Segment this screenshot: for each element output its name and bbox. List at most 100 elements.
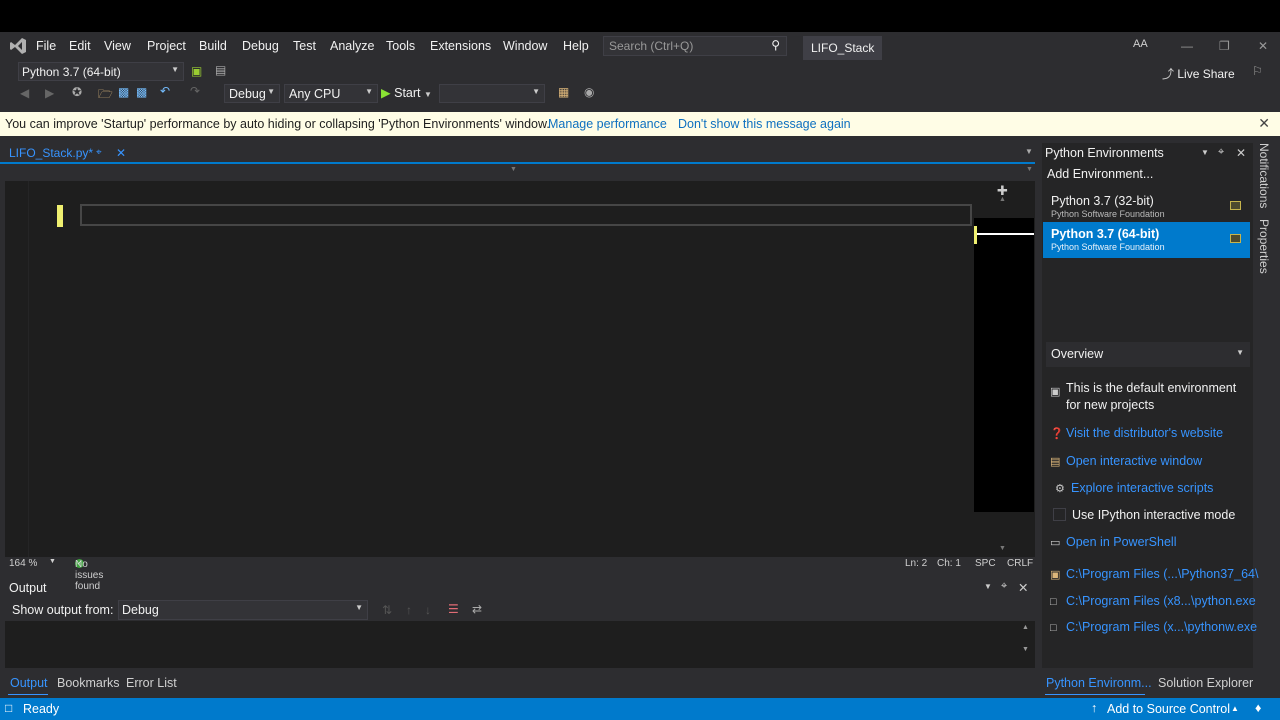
- back-icon[interactable]: ◀: [20, 86, 29, 100]
- menu-help[interactable]: Help: [563, 39, 589, 55]
- close-icon[interactable]: ✕: [1236, 146, 1246, 160]
- properties-side-tab[interactable]: Properties: [1257, 219, 1271, 274]
- scroll-up-icon[interactable]: ▲: [1022, 624, 1029, 631]
- open-powershell-link[interactable]: Open in PowerShell: [1066, 535, 1176, 549]
- menu-build[interactable]: Build: [199, 39, 227, 55]
- camera-icon[interactable]: ◉: [584, 85, 594, 99]
- explore-scripts-row[interactable]: ⚙ Explore interactive scripts: [1055, 481, 1213, 495]
- menu-test[interactable]: Test: [293, 39, 316, 55]
- pin-icon[interactable]: ⌖: [1218, 146, 1224, 159]
- save-icon[interactable]: ▩: [118, 85, 129, 99]
- tab-python-environments[interactable]: Python Environm...: [1046, 676, 1152, 690]
- clear-all-icon[interactable]: ☰: [448, 602, 459, 616]
- platform-dropdown[interactable]: Any CPU ▼: [284, 84, 378, 103]
- configuration-dropdown[interactable]: Debug ▼: [224, 84, 280, 103]
- menu-analyze[interactable]: Analyze: [330, 39, 374, 55]
- close-icon[interactable]: ✕: [1258, 115, 1270, 132]
- close-tab-icon[interactable]: ✕: [116, 146, 126, 160]
- chevron-down-icon[interactable]: ▼: [1026, 166, 1033, 173]
- chevron-up-icon[interactable]: ▲: [1231, 704, 1239, 713]
- start-button[interactable]: ▶ Start ▼: [381, 85, 432, 100]
- tab-lifo-stack[interactable]: LIFO_Stack.py*: [5, 143, 130, 163]
- pin-icon[interactable]: ⌖: [96, 147, 102, 158]
- open-interactive-window-link[interactable]: Open interactive window: [1066, 454, 1202, 468]
- path-row-pythonw[interactable]: □ C:\Program Files (x...\pythonw.exe: [1050, 620, 1257, 634]
- chevron-down-icon[interactable]: ▼: [510, 166, 517, 173]
- feedback-icon[interactable]: ⚐: [1252, 64, 1263, 78]
- interactive-window-row[interactable]: ▤ Open interactive window: [1050, 454, 1202, 468]
- output-source-dropdown[interactable]: Debug ▼: [118, 600, 368, 620]
- notification-bell-icon[interactable]: ♦: [1255, 701, 1261, 715]
- python-env-dropdown[interactable]: Python 3.7 (64-bit) ▼: [18, 62, 184, 81]
- path-row-folder[interactable]: ▣ C:\Program Files (...\Python37_64\: [1050, 567, 1258, 581]
- path-row-python[interactable]: □ C:\Program Files (x8...\python.exe: [1050, 594, 1256, 608]
- tab-error-list[interactable]: Error List: [126, 676, 177, 690]
- env-item-python37-32[interactable]: Python 3.7 (32-bit) Python Software Foun…: [1043, 189, 1250, 225]
- overview-dropdown[interactable]: Overview ▼: [1046, 342, 1250, 367]
- distributor-website-link[interactable]: Visit the distributor's website: [1066, 426, 1223, 440]
- python-exe-link[interactable]: C:\Program Files (x8...\python.exe: [1066, 594, 1256, 608]
- next-message-icon[interactable]: ↓: [425, 603, 431, 617]
- find-message-icon[interactable]: ⇅: [382, 603, 392, 617]
- add-source-control[interactable]: Add to Source Control: [1107, 702, 1230, 716]
- scrollbar-thumb[interactable]: [974, 218, 1034, 512]
- explore-scripts-link[interactable]: Explore interactive scripts: [1071, 481, 1213, 495]
- install-folder-link[interactable]: C:\Program Files (...\Python37_64\: [1066, 567, 1258, 581]
- scroll-up-icon[interactable]: ▲: [999, 196, 1006, 203]
- menu-view[interactable]: View: [104, 39, 131, 55]
- zoom-dropdown-icon[interactable]: ▼: [49, 558, 56, 565]
- redo-icon[interactable]: ↷: [190, 84, 200, 98]
- search-input[interactable]: Search (Ctrl+Q) ⚲: [603, 36, 787, 56]
- forward-icon[interactable]: ▶: [45, 86, 54, 100]
- launch-target-dropdown[interactable]: ▼: [439, 84, 545, 103]
- ipython-mode-row[interactable]: Use IPython interactive mode: [1053, 508, 1235, 522]
- menu-debug[interactable]: Debug: [242, 39, 279, 55]
- menu-edit[interactable]: Edit: [69, 39, 91, 55]
- pin-icon[interactable]: ⌖: [1001, 580, 1007, 593]
- manage-performance-link[interactable]: Manage performance: [548, 117, 667, 131]
- menu-file[interactable]: File: [36, 39, 56, 55]
- undo-icon[interactable]: ↶: [160, 84, 170, 98]
- scroll-down-icon[interactable]: ▼: [999, 545, 1006, 552]
- menu-window[interactable]: Window: [503, 39, 547, 55]
- spacing-mode[interactable]: SPC: [975, 558, 996, 569]
- environment-icon[interactable]: ▣: [191, 64, 202, 78]
- env-item-python37-64[interactable]: Python 3.7 (64-bit) Python Software Foun…: [1043, 222, 1250, 258]
- distributor-website-row[interactable]: ❓ Visit the distributor's website: [1050, 426, 1223, 440]
- window-menu-icon[interactable]: ▼: [984, 582, 992, 591]
- output-text-area[interactable]: [5, 621, 1035, 668]
- tab-output[interactable]: Output: [10, 676, 48, 690]
- live-share-button[interactable]: ⤴ Live Share: [1162, 65, 1235, 82]
- menu-project[interactable]: Project: [147, 39, 186, 55]
- dont-show-again-link[interactable]: Don't show this message again: [678, 117, 851, 131]
- powershell-row[interactable]: ▭ Open in PowerShell: [1050, 535, 1176, 549]
- tab-list-dropdown-icon[interactable]: ▼: [1025, 147, 1033, 156]
- zoom-level[interactable]: 164 %: [9, 558, 37, 569]
- open-file-icon[interactable]: 🗁: [98, 85, 113, 106]
- tab-bookmarks[interactable]: Bookmarks: [57, 676, 120, 690]
- window-menu-icon[interactable]: ▼: [1201, 148, 1209, 157]
- menu-tools[interactable]: Tools: [386, 39, 415, 55]
- restore-icon[interactable]: ❐: [1219, 39, 1230, 53]
- scroll-down-icon[interactable]: ▼: [1022, 646, 1029, 653]
- browser-icon[interactable]: ▦: [558, 85, 569, 99]
- interactive-window-icon[interactable]: [1230, 234, 1241, 243]
- interactive-window-icon[interactable]: [1230, 201, 1241, 210]
- line-ending[interactable]: CRLF: [1007, 558, 1033, 569]
- save-all-icon[interactable]: ▩: [136, 85, 147, 99]
- pythonw-exe-link[interactable]: C:\Program Files (x...\pythonw.exe: [1066, 620, 1257, 634]
- close-icon[interactable]: ✕: [1018, 580, 1028, 595]
- minimize-icon[interactable]: —: [1181, 39, 1193, 53]
- tab-solution-explorer[interactable]: Solution Explorer: [1158, 676, 1253, 690]
- navigation-bar[interactable]: [5, 165, 1035, 181]
- menu-extensions[interactable]: Extensions: [430, 39, 491, 55]
- word-wrap-icon[interactable]: ⇄: [472, 602, 482, 616]
- user-avatar[interactable]: AA: [1133, 38, 1148, 50]
- close-window-icon[interactable]: ✕: [1258, 39, 1268, 53]
- previous-message-icon[interactable]: ↑: [406, 603, 412, 617]
- add-environment-link[interactable]: Add Environment...: [1047, 167, 1153, 181]
- notifications-side-tab[interactable]: Notifications: [1257, 143, 1271, 208]
- ipython-checkbox[interactable]: [1053, 508, 1066, 521]
- new-project-icon[interactable]: ✪: [72, 85, 82, 99]
- layout-icon[interactable]: ▤: [215, 63, 226, 77]
